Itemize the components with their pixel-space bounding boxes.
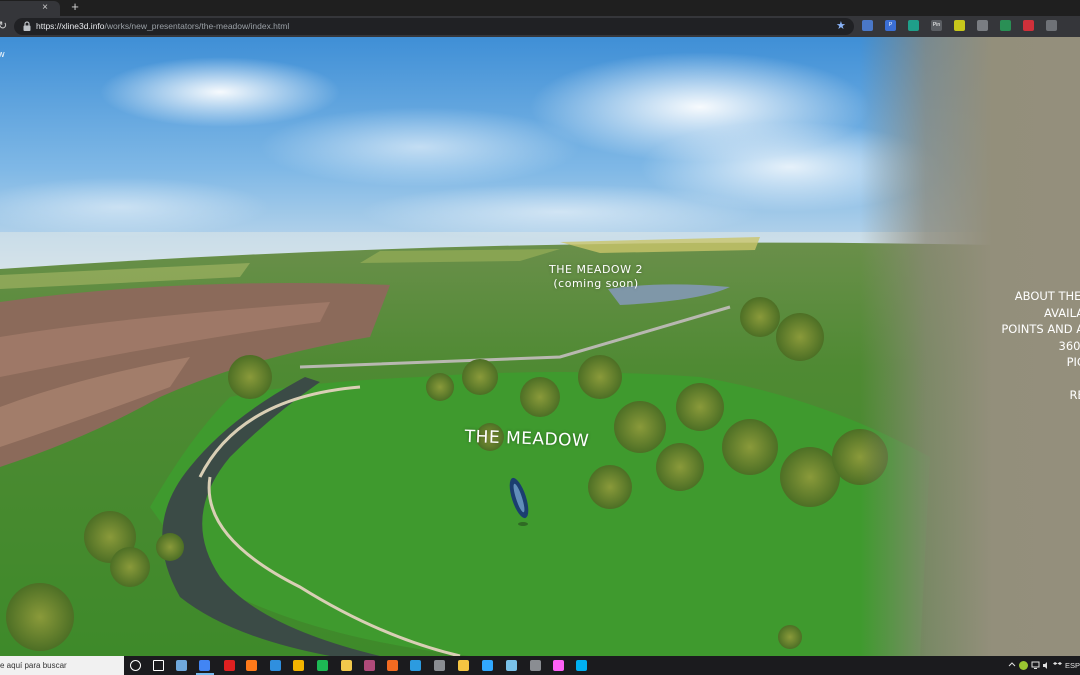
tray-app-icon[interactable] (1019, 661, 1028, 670)
skype-blue-icon[interactable] (576, 660, 587, 671)
origin-icon[interactable] (387, 660, 398, 671)
corner-text: w (0, 49, 5, 59)
folder-app-icon[interactable] (530, 660, 541, 671)
windows-taskbar: e aquí para buscar ESP (0, 656, 1080, 675)
network-icon[interactable] (1031, 661, 1040, 670)
puzzle-extension-icon[interactable] (977, 20, 988, 31)
adobe-xd-icon[interactable] (553, 660, 564, 671)
menu-item-360[interactable]: 360 V (972, 338, 1080, 355)
skype-icon[interactable] (410, 660, 421, 671)
hotspot-the-meadow-2[interactable]: THE MEADOW 2 (coming soon) (534, 263, 658, 291)
url-text[interactable]: https://xline3d.info/works/new_presentat… (36, 20, 289, 33)
password-manager-label: P (888, 22, 893, 28)
winrar-icon[interactable] (364, 660, 375, 671)
menu-item-available[interactable]: AVAILAB (972, 305, 1080, 322)
new-tab-button[interactable]: + (68, 0, 82, 15)
red-extension-icon[interactable] (1023, 20, 1034, 31)
duck-app-icon[interactable] (458, 660, 469, 671)
close-tab-icon[interactable]: × (39, 2, 51, 14)
spotify-icon[interactable] (317, 660, 328, 671)
chrome-icon[interactable] (199, 660, 210, 671)
calculator-icon[interactable] (176, 660, 187, 671)
gray-extension-label: Pin (932, 22, 941, 28)
cortana-icon[interactable] (130, 660, 141, 671)
green-extension-icon[interactable] (1000, 20, 1011, 31)
active-tab[interactable]: × (0, 1, 60, 16)
hotspot-note: (coming soon) (553, 277, 639, 290)
menu-item-pictures[interactable]: PICT (972, 354, 1080, 371)
tab-strip: × + (0, 0, 1080, 16)
search-placeholder: e aquí para buscar (0, 661, 67, 670)
reload-icon[interactable]: ↻ (0, 19, 8, 33)
translate-icon[interactable] (908, 20, 919, 31)
display-icon[interactable] (434, 660, 445, 671)
side-menu: ABOUT THE P AVAILAB POINTS AND AC 360 V … (972, 288, 1080, 403)
url-host: https://xline3d.info (36, 21, 105, 31)
hotspot-title: THE MEADOW 2 (549, 263, 643, 276)
menu-item-about[interactable]: ABOUT THE P (972, 288, 1080, 305)
url-path: /works/new_presentators/the-meadow/index… (104, 21, 290, 31)
language-indicator[interactable]: ESP (1065, 660, 1080, 671)
location-marker-icon[interactable] (508, 476, 530, 528)
task-view-icon[interactable] (153, 660, 164, 671)
notes-app-icon[interactable] (506, 660, 517, 671)
address-bar[interactable]: https://xline3d.info/works/new_presentat… (14, 18, 854, 35)
edge-icon[interactable] (270, 660, 281, 671)
menu-item-reset[interactable]: RES (972, 387, 1080, 404)
copy-extension-icon[interactable] (1046, 20, 1057, 31)
firefox-icon[interactable] (246, 660, 257, 671)
dropbox-icon[interactable] (1053, 661, 1062, 670)
taskbar-search-box[interactable]: e aquí para buscar (0, 656, 124, 675)
file-explorer-icon[interactable] (341, 660, 352, 671)
bookmark-star-icon[interactable]: ★ (836, 19, 846, 33)
photoshop-icon[interactable] (482, 660, 493, 671)
bookmark-manager-icon[interactable] (862, 20, 873, 31)
opera-icon[interactable] (224, 660, 235, 671)
chrome-canary-icon[interactable] (293, 660, 304, 671)
panorama-viewport[interactable]: w THE MEADOW 2 (coming soon) THE MEADOW … (0, 37, 1080, 656)
gray-extension-icon[interactable]: Pin (931, 20, 942, 31)
password-manager-icon[interactable]: P (885, 20, 896, 31)
menu-item-points[interactable]: POINTS AND AC (972, 321, 1080, 338)
volume-icon[interactable] (1042, 661, 1051, 670)
yellow-extension-icon[interactable] (954, 20, 965, 31)
tray-chevron-icon[interactable] (1008, 661, 1016, 669)
browser-toolbar: ↻ https://xline3d.info/works/new_present… (0, 16, 1080, 37)
lock-icon[interactable] (22, 21, 32, 32)
